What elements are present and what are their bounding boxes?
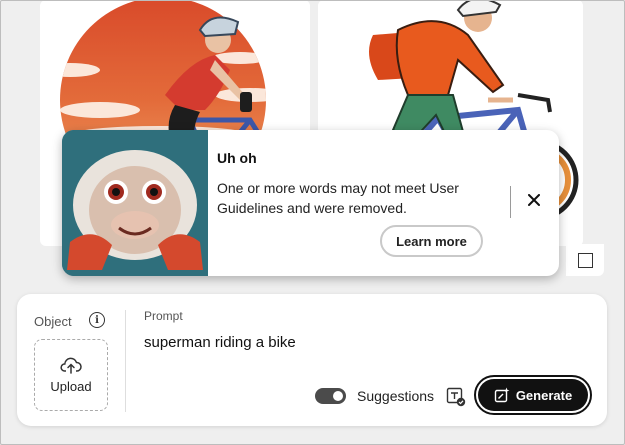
toast-divider (510, 186, 511, 218)
upload-cloud-icon (60, 357, 82, 374)
style-reference-button[interactable] (446, 387, 466, 407)
generate-button[interactable]: Generate (478, 379, 588, 411)
learn-more-button[interactable]: Learn more (380, 225, 483, 257)
generate-button-outline: Generate (474, 375, 592, 415)
upload-object-button[interactable]: Upload (34, 339, 108, 411)
upload-label: Upload (50, 379, 92, 394)
toast-message: One or more words may not meet User Guid… (217, 180, 459, 216)
info-icon[interactable]: i (89, 312, 105, 328)
aspect-ratio-icon (577, 252, 593, 268)
generate-label: Generate (515, 387, 573, 403)
close-icon (528, 194, 540, 206)
guidelines-warning-toast: Uh oh One or more words may not meet Use… (62, 130, 559, 276)
prompt-label: Prompt (144, 309, 183, 323)
prompt-input[interactable] (144, 334, 584, 351)
toast-title: Uh oh (217, 150, 257, 166)
prompt-bar: Object i Upload Prompt Suggestions Gener… (17, 294, 607, 426)
generate-sparkle-icon (494, 387, 510, 403)
close-button[interactable] (524, 190, 544, 210)
suggestions-label: Suggestions (357, 388, 435, 404)
object-label: Object (34, 314, 72, 329)
monkey-thumbnail (62, 130, 208, 276)
aspect-ratio-button[interactable] (566, 244, 604, 276)
toggle-knob (333, 391, 343, 401)
suggestions-toggle[interactable] (315, 388, 346, 404)
panel-divider (125, 310, 126, 412)
style-reference-icon (446, 387, 466, 407)
